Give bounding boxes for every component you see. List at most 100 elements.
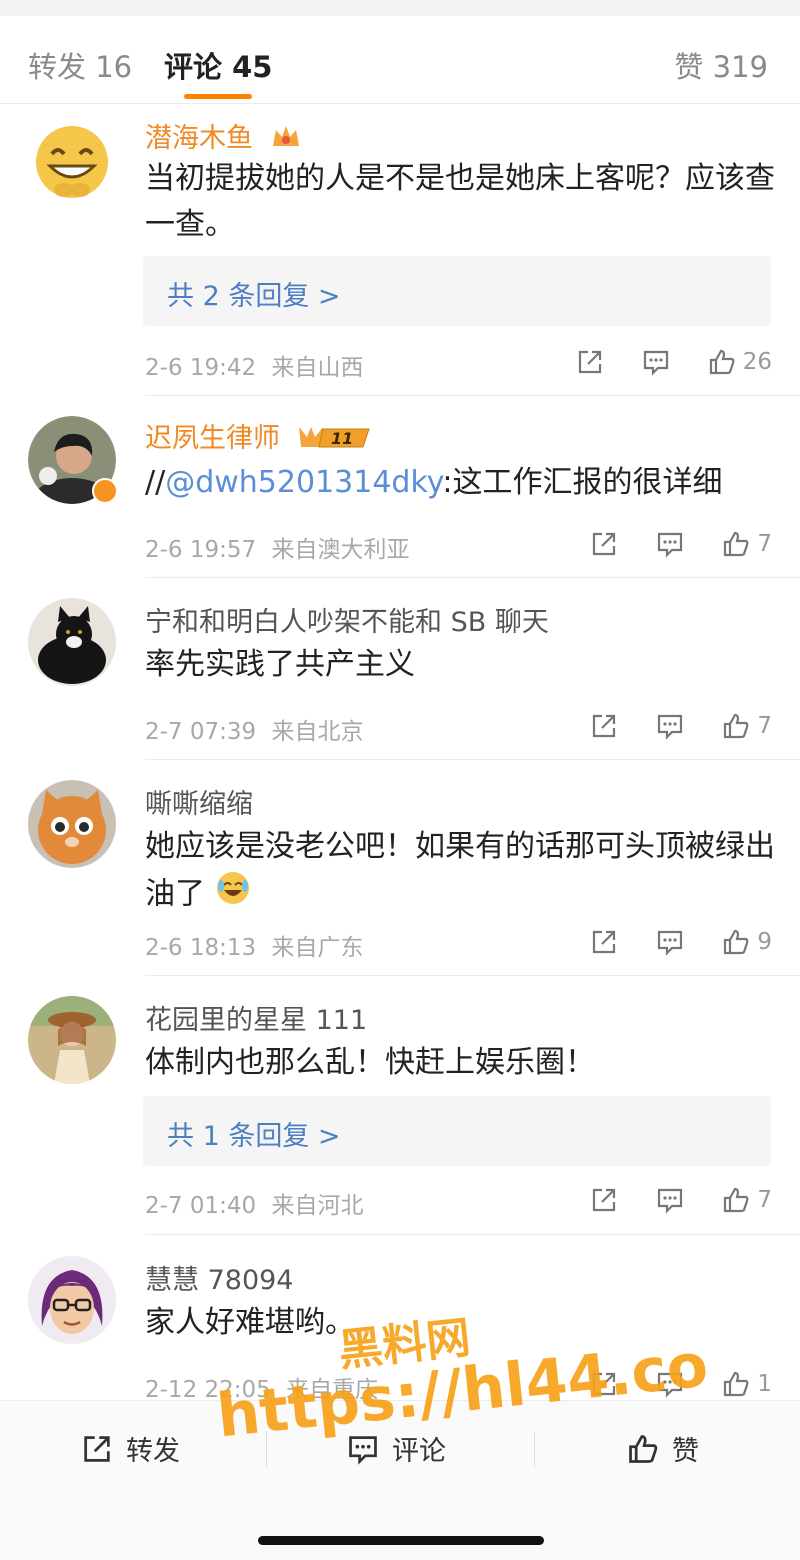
avatar[interactable]	[28, 598, 116, 686]
vip-badge-icon: 11	[297, 421, 373, 458]
bottom-comment-button[interactable]: 评论	[346, 1429, 446, 1468]
like-icon	[709, 349, 735, 375]
share-button[interactable]	[589, 927, 619, 957]
username[interactable]: 宁和和明白人吵架不能和 SB 聊天	[145, 600, 549, 639]
comment-button[interactable]	[655, 927, 685, 957]
share-button[interactable]	[589, 711, 619, 741]
like-count: 1	[757, 1371, 772, 1397]
like-icon	[724, 929, 749, 955]
comment-divider	[145, 395, 800, 396]
username-text[interactable]: 迟夙生律师	[145, 423, 280, 454]
comment-meta: 2-7 07:39 来自北京	[145, 712, 363, 746]
like-button[interactable]: 7	[721, 711, 772, 741]
crown-icon	[270, 122, 302, 157]
bottom-like-label: 赞	[672, 1436, 699, 1467]
username[interactable]: 潜海木鱼	[145, 116, 302, 157]
share-icon	[593, 1372, 616, 1396]
like-button[interactable]: 1	[721, 1369, 772, 1399]
comment-button[interactable]	[655, 1369, 685, 1399]
repost-prefix: //	[145, 465, 166, 500]
bottom-like-button[interactable]: 赞	[626, 1429, 699, 1468]
comment-icon	[658, 532, 683, 558]
comment-button[interactable]	[655, 1185, 685, 1215]
reply-box[interactable]: 共 1 条回复 >	[143, 1096, 771, 1166]
like-icon	[629, 1434, 658, 1463]
username[interactable]: 迟夙生律师 11	[145, 416, 373, 458]
avatar[interactable]	[28, 416, 163, 546]
tab-comments[interactable]: 评论 45	[164, 44, 272, 86]
bottom-repost-button[interactable]: 转发	[80, 1429, 180, 1468]
reply-count-link[interactable]: 共 1 条回复 >	[167, 1114, 341, 1153]
tab-reposts[interactable]: 转发 16	[28, 44, 132, 86]
comment-icon	[658, 714, 683, 740]
username[interactable]: 花园里的星星 111	[145, 998, 367, 1037]
share-button[interactable]	[589, 529, 619, 559]
avatar[interactable]	[28, 116, 116, 204]
comment-actions: 7	[553, 526, 772, 562]
comment-icon	[349, 1435, 377, 1465]
comment-actions: 7	[553, 1182, 772, 1218]
avatar[interactable]	[28, 1256, 116, 1344]
share-button[interactable]	[589, 1185, 619, 1215]
comment-actions: 7	[553, 708, 772, 744]
tab-bar: 转发 16 评论 45 赞 319	[0, 16, 800, 104]
comment-text: 率先实践了共产主义	[145, 647, 415, 682]
comment-meta: 2-6 19:42 来自山西	[145, 348, 363, 382]
share-icon	[578, 350, 601, 374]
reply-count-link[interactable]: 共 2 条回复 >	[167, 274, 341, 313]
mention-link[interactable]: @dwh5201314dky	[165, 465, 442, 500]
comment-text: 当初提拔她的人是不是也是她床上客呢？应该查一查。	[145, 161, 775, 242]
comment-location: 来自河北	[271, 1193, 364, 1219]
bottom-separator	[266, 1431, 267, 1467]
comment-meta: 2-12 22:05 来自重庆	[145, 1370, 378, 1404]
comment-meta: 2-7 01:40 来自河北	[145, 1186, 363, 1220]
like-count: 7	[757, 1187, 772, 1213]
comment-actions: 26	[539, 344, 772, 380]
comment-icon	[658, 930, 683, 956]
bottom-action-bar: 转发 评论 赞	[0, 1400, 800, 1490]
tabs-divider	[0, 103, 800, 104]
comment-icon	[658, 1188, 683, 1214]
username-text[interactable]: 潜海木鱼	[145, 123, 253, 154]
cartoon-glasses-avatar-icon	[28, 1256, 116, 1344]
comment-location: 来自山西	[271, 355, 364, 381]
reply-box[interactable]: 共 2 条回复 >	[143, 256, 771, 326]
comment-button[interactable]	[655, 529, 685, 559]
tab-likes[interactable]: 赞 319	[674, 44, 768, 86]
comment-divider	[145, 759, 800, 760]
like-button[interactable]: 9	[721, 927, 772, 957]
comment-button[interactable]	[655, 711, 685, 741]
share-button[interactable]	[589, 1369, 619, 1399]
comment-time: 2-7 07:39	[145, 719, 257, 745]
orange-cat-avatar-icon	[28, 780, 116, 868]
like-button[interactable]: 7	[721, 1185, 772, 1215]
like-count: 7	[757, 531, 772, 557]
bottom-separator	[534, 1431, 535, 1467]
avatar[interactable]	[28, 996, 116, 1084]
bottom-repost-label: 转发	[126, 1436, 180, 1467]
like-button[interactable]: 26	[707, 347, 772, 377]
like-icon	[724, 531, 749, 557]
share-icon	[593, 714, 616, 738]
comment-button[interactable]	[641, 347, 671, 377]
comment-location: 来自北京	[271, 719, 364, 745]
like-count: 9	[757, 929, 772, 955]
home-indicator[interactable]	[258, 1536, 544, 1545]
comment-actions: 1	[553, 1366, 772, 1402]
comment-time: 2-6 19:57	[145, 537, 257, 563]
avatar[interactable]	[28, 780, 116, 868]
username[interactable]: 慧慧 78094	[145, 1258, 293, 1297]
comment-text-rest: :这工作汇报的很详细	[442, 465, 723, 500]
comment-meta: 2-6 19:57 来自澳大利亚	[145, 530, 409, 564]
like-button[interactable]: 7	[721, 529, 772, 559]
top-strip	[0, 0, 800, 16]
like-count: 7	[757, 713, 772, 739]
like-icon	[724, 1371, 749, 1397]
share-button[interactable]	[575, 347, 605, 377]
like-icon	[724, 713, 749, 739]
comment-meta: 2-6 18:13 来自广东	[145, 928, 363, 962]
comment-icon	[658, 1372, 683, 1398]
vip-level-text: 11	[331, 429, 353, 448]
bottom-comment-label: 评论	[392, 1436, 446, 1467]
username[interactable]: 嘶嘶缩缩	[145, 782, 253, 821]
